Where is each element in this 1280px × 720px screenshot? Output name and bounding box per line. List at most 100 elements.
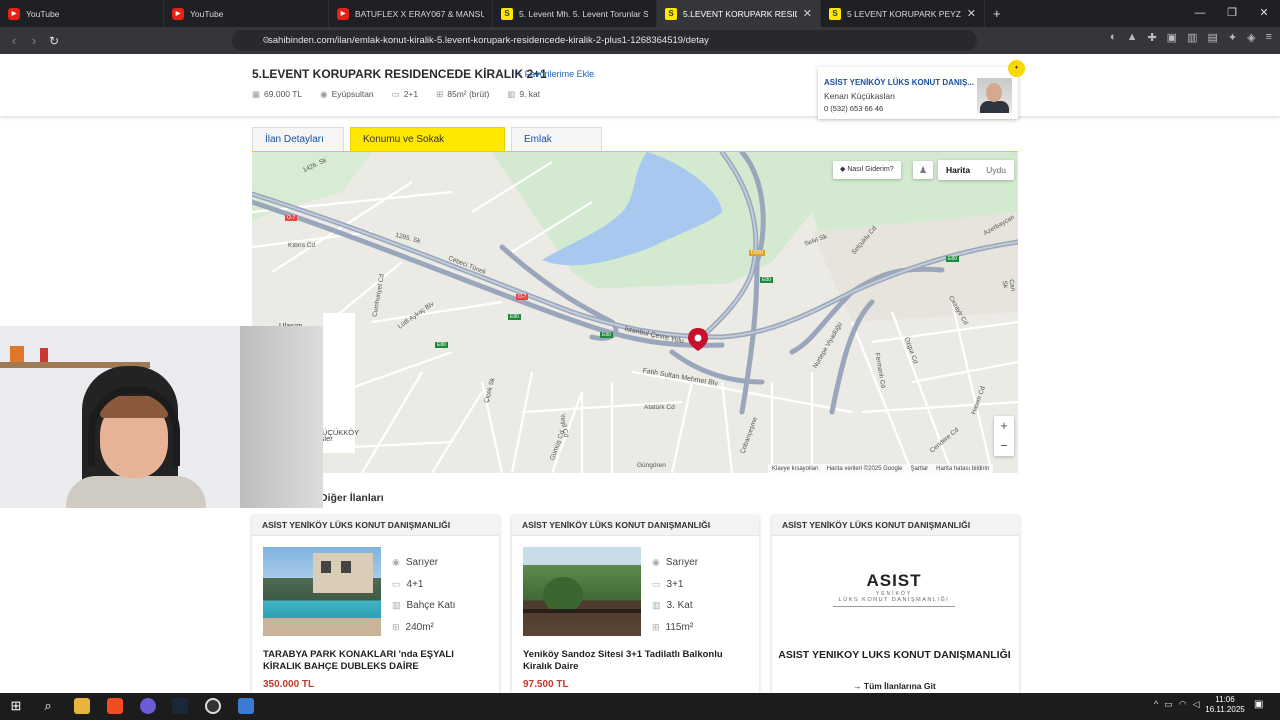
bed-icon: ▭ [391,89,400,99]
agency-logo: ASIST YENİKÖY LÜKS KONUT DANIŞMANLIĞI [833,571,955,607]
new-tab-button[interactable]: + [993,6,1001,21]
menu-icon[interactable]: ≡ [1266,31,1272,44]
detail-tabs: İlan Detayları Konumu ve Sokak Görünümü … [252,127,602,169]
keyboard-shortcuts-link[interactable]: Klavye kısayolları [772,464,819,474]
obs-icon[interactable] [205,698,221,714]
webcam-overlay [0,326,323,508]
media-icon[interactable]: ▣ [1167,31,1177,44]
app-icon[interactable] [140,698,156,714]
report-error-link[interactable]: Harita hatası bildirin [936,464,989,474]
listing-photo[interactable] [523,547,641,636]
tab-real-estate-index[interactable]: Emlak Endeksi [511,127,602,169]
forward-icon[interactable]: › [24,33,44,48]
puzzle-icon[interactable]: ✚ [1147,31,1156,44]
card-agency[interactable]: ASİST YENİKÖY LÜKS KONUT DANIŞMANLIĞI [512,515,759,536]
arrow-right-icon: → [853,681,864,691]
browser-tab[interactable]: ▶ YouTube [0,0,164,27]
road-shield: D020 [749,250,765,256]
floor-meta: ▥ 9. kat [507,89,540,100]
file-explorer-icon[interactable] [74,698,90,714]
brave-icon[interactable] [107,698,123,714]
directions-button[interactable]: ◆ Nasıl Giderim? [833,161,901,179]
close-tab-icon[interactable]: ✕ [803,7,812,20]
map-type-map[interactable]: Harita [938,160,978,180]
listing-card[interactable]: ASİST YENİKÖY LÜKS KONUT DANIŞMANLIĞI ◉ S… [512,515,759,695]
back-icon[interactable]: ‹ [4,33,24,48]
favorite-link[interactable]: ☆ Favorilerime Ekle [514,69,594,80]
browser-tab[interactable]: S 5 LEVENT KORUPARK PEYZAJ MANZ ✕ [821,0,985,27]
map-type-satellite[interactable]: Uydu [978,160,1014,180]
display-icon[interactable]: ▭ [1164,699,1173,710]
tab-strip: ▶ YouTube ▶ YouTube ▶ BATUFLEX X ERAY067… [0,0,1280,27]
terms-link[interactable]: Şartlar [910,464,928,474]
agent-person: Kenan Küçükaslan [824,91,895,101]
clock-date: 16.11.2025 [1205,705,1245,714]
browser-tab[interactable]: ▶ YouTube [164,0,329,27]
tab-title: YouTube [26,8,60,19]
browser-tab-active[interactable]: S 5.LEVENT KORUPARK RESIDENCE ✕ [657,0,821,27]
listing-photo[interactable] [263,547,381,636]
card-rooms: 4+1 [406,578,424,590]
tab-listing-details[interactable]: İlan Detayları [252,127,344,151]
card-title[interactable]: TARABYA PARK KONAKLARI 'nda EŞYALI KİRAL… [263,649,493,673]
windows-taskbar [0,693,1280,720]
map-view[interactable]: O-7 O-7 E80 E80 E80 E80 E80 D020 1426. S… [252,152,1018,473]
sahibinden-icon: S [665,7,677,20]
other-listings-heading: Diğer İlanları [320,492,384,504]
tab-location-streetview[interactable]: Konumu ve Sokak Görünümü [350,127,505,169]
card-title[interactable]: Yeniköy Sandoz Sitesi 3+1 Tadilatlı Balk… [523,649,753,673]
map-label: Atatürk Cd [644,404,675,411]
vpn-icon[interactable]: ◈ [1247,31,1255,44]
address-bar[interactable]: ⚙ sahibinden.com/ilan/emlak-konut-kirali… [232,30,977,51]
extension-icon[interactable]: ◐ [1110,31,1117,44]
clock-time: 11:06 [1215,695,1235,704]
window-controls: — ❐ ✕ [1184,0,1280,27]
zoom-control: + − [994,416,1014,456]
all-listings-link[interactable]: → Tüm İlanlarına Git [853,681,936,691]
extension-icon[interactable]: ▲ [1127,31,1138,44]
directions-label: Nasıl Giderim? [847,166,894,173]
agent-name[interactable]: ASİST YENİKÖY LÜKS KONUT DANIŞ... [824,78,974,87]
badge-icon: ✦ [1008,60,1025,77]
wifi-icon[interactable]: ◠ [1179,699,1187,710]
search-icon[interactable]: ⌕ [40,698,56,714]
map-data-text: Harita verileri ©2025 Google [826,466,903,472]
bed-icon: ▭ [652,578,661,589]
listing-meta: ▦ 69.000 TL ◉ Eyüpsultan ▭ 2+1 ⊞ 85m² (brüt)… [252,89,540,100]
close-tab-icon[interactable]: ✕ [967,7,976,20]
card-district: Sarıyer [405,557,439,568]
wallet-icon[interactable]: ▤ [1207,31,1217,44]
card-agency[interactable]: ASİST YENİKÖY LÜKS KONUT DANIŞMANLIĞI [252,515,499,536]
zoom-out-button[interactable]: − [994,436,1014,456]
minimize-icon[interactable]: — [1184,0,1216,27]
ai-icon[interactable]: ✦ [1228,31,1237,44]
site-info-icon[interactable]: ⚙ [262,30,270,51]
floor-icon: ▥ [392,600,401,611]
agent-phone: 0 (532) 653 66 46 [824,104,884,113]
browser-tab[interactable]: ▶ BATUFLEX X ERAY067 & MANSUR - B [329,0,493,27]
map-canvas[interactable] [252,152,1018,473]
road-shield: E80 [435,342,448,348]
price-meta: ▦ 69.000 TL [252,89,302,100]
start-icon[interactable]: ⊞ [8,698,24,714]
card-agency[interactable]: ASİST YENİKÖY LÜKS KONUT DANIŞMANLIĞI [772,515,1019,536]
rooms-value: 2+1 [403,89,419,99]
volume-icon[interactable]: ◁ [1193,699,1200,710]
streetview-pegman-icon[interactable]: ♟ [913,161,933,179]
app-icon[interactable] [238,698,254,714]
clock[interactable]: 11:06 16.11.2025 [1200,695,1250,715]
listing-header [0,54,1280,116]
map-label: Güngören [637,462,666,469]
chevron-up-icon[interactable]: ^ [1154,699,1158,710]
sidebar-icon[interactable]: ▥ [1187,31,1197,44]
maximize-icon[interactable]: ❐ [1216,0,1248,27]
listing-card[interactable]: ASİST YENİKÖY LÜKS KONUT DANIŞMANLIĞI ◉ S… [252,515,499,695]
map-label: ÜÇÜKKÖY [322,428,360,437]
agent-card[interactable]: ASİST YENİKÖY LÜKS KONUT DANIŞ... Kenan … [818,67,1018,119]
reload-icon[interactable]: ↻ [44,34,64,48]
zoom-in-button[interactable]: + [994,416,1014,436]
notifications-icon[interactable]: ▣ [1254,699,1268,713]
steam-icon[interactable] [172,698,188,714]
browser-tab[interactable]: S 5. Levent Mh. 5. Levent Torunlar Sites… [493,0,657,27]
close-window-icon[interactable]: ✕ [1248,0,1280,27]
